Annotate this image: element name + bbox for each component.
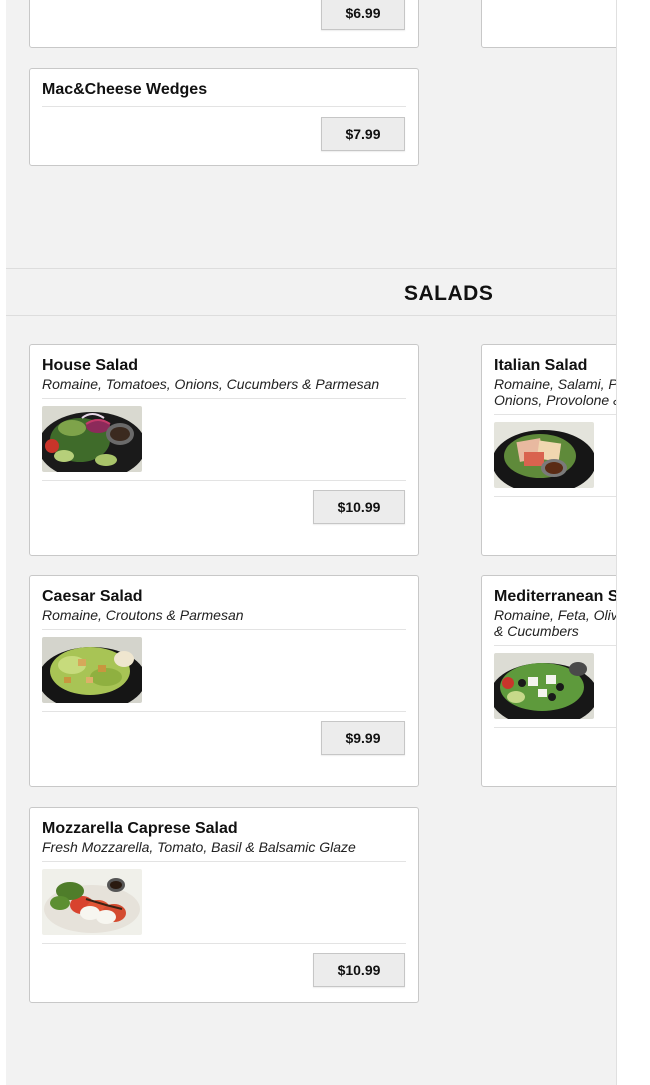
section-header: SALADS <box>6 268 616 316</box>
divider <box>42 861 406 862</box>
item-title: Mediterranean S <box>494 588 617 605</box>
item-title: Italian Salad <box>494 357 588 374</box>
menu-item-card: $6.99 <box>29 0 419 48</box>
menu-item-card: Italian Salad Romaine, Salami, P Onions,… <box>481 344 617 556</box>
item-title: Caesar Salad <box>42 588 143 605</box>
caprese-salad-image[interactable] <box>42 869 142 935</box>
divider <box>494 645 616 646</box>
italian-salad-image[interactable] <box>494 422 594 488</box>
mediterranean-salad-image[interactable] <box>494 653 594 719</box>
divider <box>42 106 406 107</box>
section-title: SALADS <box>404 282 494 305</box>
item-description: Onions, Provolone & <box>494 392 617 408</box>
menu-item-card: House Salad Romaine, Tomatoes, Onions, C… <box>29 344 419 556</box>
item-title: Mac&Cheese Wedges <box>42 81 208 98</box>
menu-item-card: Mac&Cheese Wedges $7.99 <box>29 68 419 166</box>
item-description: Romaine, Tomatoes, Onions, Cucumbers & P… <box>42 376 380 392</box>
item-title: Mozzarella Caprese Salad <box>42 820 238 837</box>
item-description: Fresh Mozzarella, Tomato, Basil & Balsam… <box>42 839 356 855</box>
menu-item-card <box>481 0 616 48</box>
menu-item-card: Caesar Salad Romaine, Croutons & Parmesa… <box>29 575 419 787</box>
item-description: Romaine, Salami, P <box>494 376 617 392</box>
divider <box>42 711 406 712</box>
divider <box>494 496 616 497</box>
divider <box>42 943 406 944</box>
price-button[interactable]: $7.99 <box>321 117 405 151</box>
divider <box>42 629 406 630</box>
menu-item-card: Mediterranean S Romaine, Feta, Oliv & Cu… <box>481 575 617 787</box>
menu-item-card: Mozzarella Caprese Salad Fresh Mozzarell… <box>29 807 419 1003</box>
item-description: & Cucumbers <box>494 623 579 639</box>
price-button[interactable]: $6.99 <box>321 0 405 30</box>
divider <box>494 727 616 728</box>
caesar-salad-image[interactable] <box>42 637 142 703</box>
price-button[interactable]: $10.99 <box>313 490 405 524</box>
item-title: House Salad <box>42 357 139 374</box>
menu-viewport: $6.99 Mac&Cheese Wedges $7.99 SALADS Hou… <box>6 0 617 1085</box>
house-salad-image[interactable] <box>42 406 142 472</box>
price-button[interactable]: $9.99 <box>321 721 405 755</box>
item-description: Romaine, Feta, Oliv <box>494 607 617 623</box>
divider <box>42 398 406 399</box>
divider <box>494 414 616 415</box>
price-button[interactable]: $10.99 <box>313 953 405 987</box>
divider <box>42 480 406 481</box>
item-description: Romaine, Croutons & Parmesan <box>42 607 244 623</box>
